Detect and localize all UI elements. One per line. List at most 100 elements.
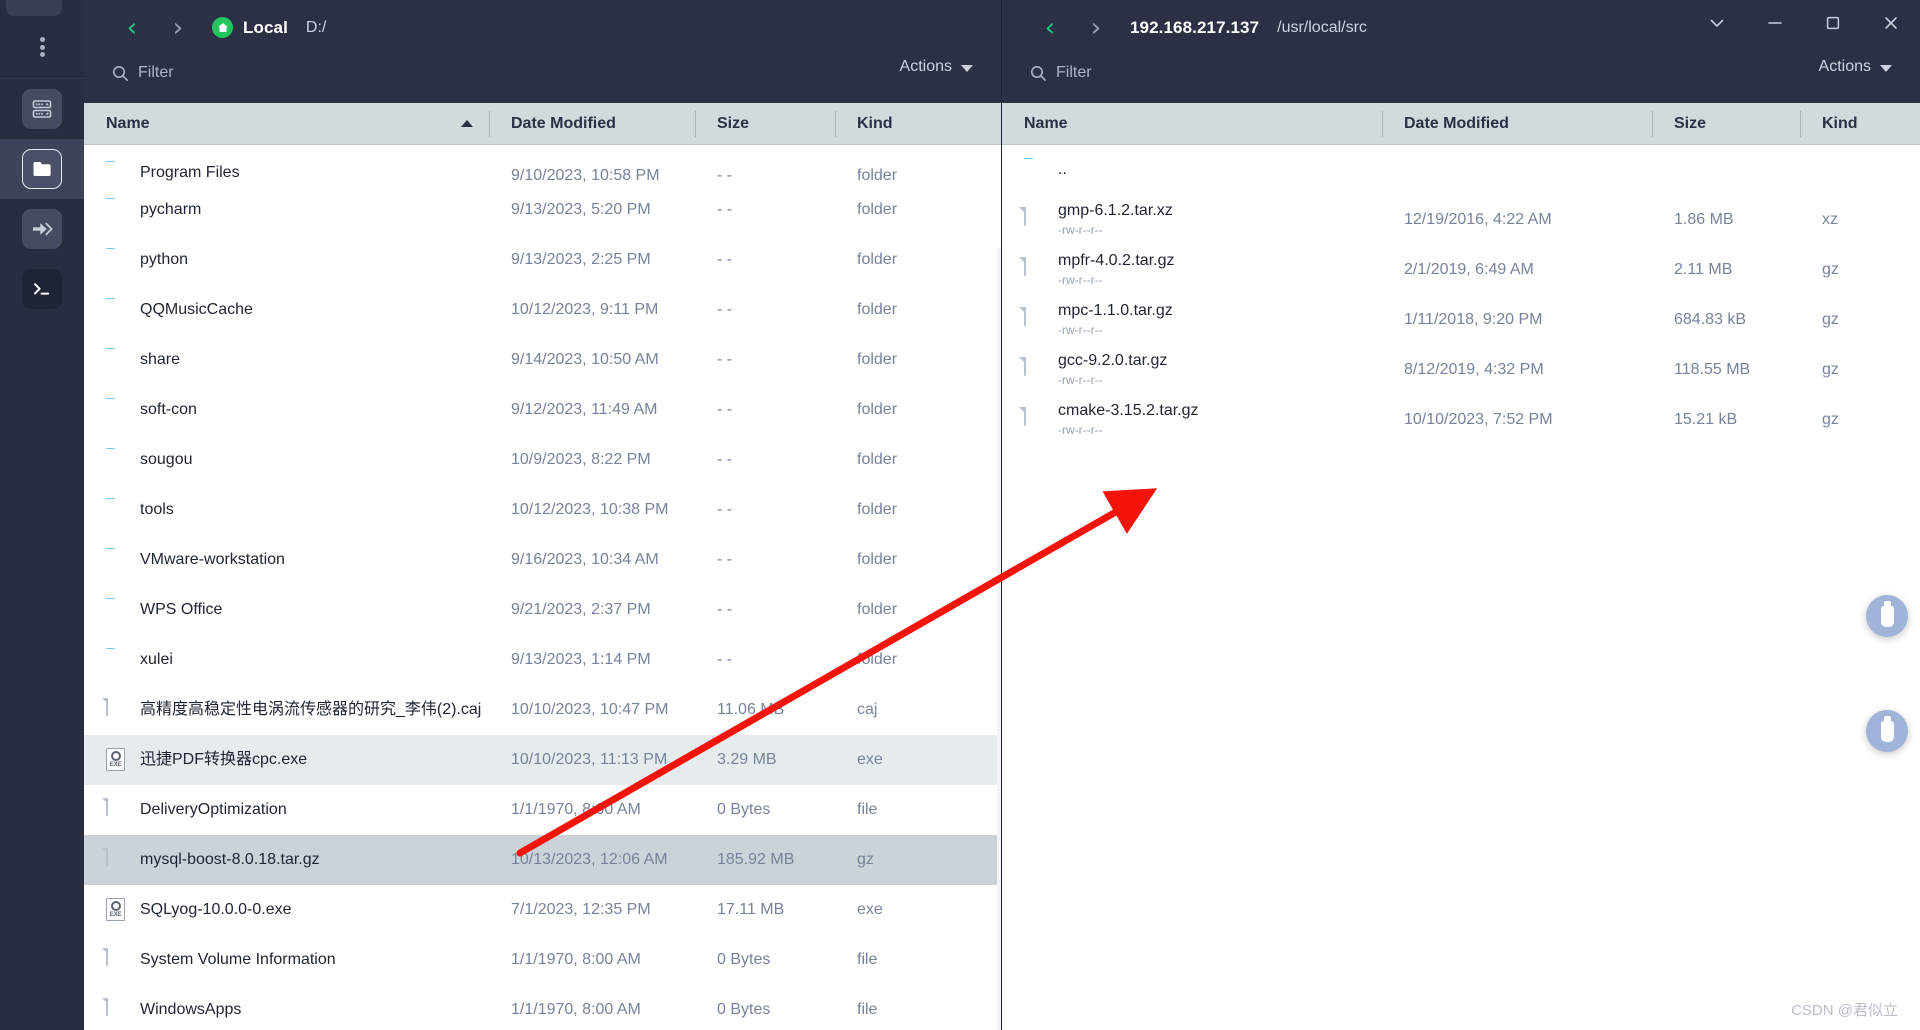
name-wrapper: WindowsApps bbox=[140, 1001, 241, 1019]
name-wrapper: mpfr-4.0.2.tar.gz -rw-r--r-- bbox=[1058, 252, 1175, 287]
forward-button[interactable]: › bbox=[158, 11, 198, 45]
table-row[interactable]: EXE SQLyog-10.0.0-0.exe 7/1/2023, 12:35 PM… bbox=[84, 885, 1001, 935]
name-wrapper: tools bbox=[140, 501, 174, 519]
local-filter-row[interactable]: Filter bbox=[112, 53, 973, 93]
table-row[interactable]: python 9/13/2023, 2:25 PM - - folder bbox=[84, 235, 1001, 285]
table-row[interactable]: sougou 10/9/2023, 8:22 PM - - folder bbox=[84, 435, 1001, 485]
remote-file-list[interactable]: .. gmp-6.1.2.tar.xz -rw-r--r-- 12/19/2016, … bbox=[1002, 145, 1920, 1030]
table-row[interactable]: tools 10/12/2023, 10:38 PM - - folder bbox=[84, 485, 1001, 535]
remote-pane: ‹ › 192.168.217.137 /usr/local/src Filte… bbox=[1002, 0, 1920, 1030]
column-header-date-modified[interactable]: Date Modified bbox=[489, 103, 695, 145]
table-row[interactable]: WindowsApps 1/1/1970, 8:00 AM 0 Bytes file bbox=[84, 985, 1001, 1030]
back-button[interactable]: ‹ bbox=[112, 11, 152, 45]
cell-date-modified: 10/12/2023, 10:38 PM bbox=[511, 501, 669, 518]
table-row[interactable]: cmake-3.15.2.tar.gz -rw-r--r-- 10/10/2023,… bbox=[1002, 395, 1920, 445]
column-header-name[interactable]: Name bbox=[1002, 103, 1382, 145]
file-glyph bbox=[1024, 357, 1026, 376]
local-nav-row: ‹ › Local D:/ bbox=[112, 0, 973, 55]
remote-actions-button[interactable]: Actions bbox=[1819, 58, 1892, 76]
column-header-date-modified[interactable]: Date Modified bbox=[1382, 103, 1652, 145]
file-icon bbox=[1024, 357, 1044, 382]
table-row[interactable]: soft-con 9/12/2023, 11:49 AM - - folder bbox=[84, 385, 1001, 435]
arrow-forward-icon bbox=[22, 209, 62, 249]
file-icon bbox=[106, 798, 126, 822]
local-path-label[interactable]: D:/ bbox=[306, 19, 326, 37]
column-header-size[interactable]: Size bbox=[695, 103, 835, 145]
cell-date-modified: 9/12/2023, 11:49 AM bbox=[511, 401, 658, 418]
table-row[interactable]: .. bbox=[1002, 145, 1920, 195]
name-wrapper: mysql-boost-8.0.18.tar.gz bbox=[140, 851, 320, 869]
file-name: QQMusicCache bbox=[140, 300, 253, 318]
file-name: 迅捷PDF转换器cpc.exe bbox=[140, 750, 308, 768]
forward-button[interactable]: › bbox=[1076, 11, 1116, 45]
cell-date-modified: 2/1/2019, 6:49 AM bbox=[1404, 261, 1534, 278]
table-row[interactable]: mpc-1.1.0.tar.gz -rw-r--r-- 1/11/2018, 9:2… bbox=[1002, 295, 1920, 345]
folder-icon bbox=[1024, 158, 1044, 182]
cell-size: 11.06 MB bbox=[717, 701, 785, 718]
cell-date-modified: 10/9/2023, 8:22 PM bbox=[511, 451, 651, 468]
table-row[interactable]: VMware-workstation 9/16/2023, 10:34 AM - -… bbox=[84, 535, 1001, 585]
local-actions-button[interactable]: Actions bbox=[900, 58, 973, 76]
name-wrapper: xulei bbox=[140, 651, 173, 669]
file-permissions: -rw-r--r-- bbox=[1058, 322, 1103, 337]
column-header-kind[interactable]: Kind bbox=[1800, 103, 1920, 145]
local-pane: ‹ › Local D:/ Filter Actions Name Date M… bbox=[84, 0, 1002, 1030]
column-header-name[interactable]: Name bbox=[84, 103, 489, 145]
usb-device-bubble-1[interactable] bbox=[1866, 595, 1908, 637]
usb-device-bubble-2[interactable] bbox=[1866, 710, 1908, 752]
file-name: gmp-6.1.2.tar.xz bbox=[1058, 202, 1173, 220]
cell-date-modified: 8/12/2019, 4:32 PM bbox=[1404, 361, 1544, 378]
cell-date-modified: 12/19/2016, 4:22 AM bbox=[1404, 211, 1552, 228]
menu-dot bbox=[39, 37, 45, 42]
chevron-down-button[interactable] bbox=[1688, 0, 1746, 46]
remote-filter-row[interactable]: Filter bbox=[1030, 53, 1892, 93]
gear-icon bbox=[110, 751, 121, 761]
file-glyph bbox=[1024, 407, 1026, 426]
file-icon bbox=[106, 848, 126, 872]
cell-name: DeliveryOptimization bbox=[84, 798, 489, 822]
minimize-button[interactable] bbox=[1746, 0, 1804, 46]
table-row[interactable]: EXE 迅捷PDF转换器cpc.exe 10/10/2023, 11:13 PM 3.… bbox=[84, 735, 1001, 785]
sidebar-item-hosts[interactable] bbox=[0, 79, 84, 139]
file-name: gcc-9.2.0.tar.gz bbox=[1058, 352, 1168, 370]
table-row[interactable]: DeliveryOptimization 1/1/1970, 8:00 AM 0 B… bbox=[84, 785, 1001, 835]
back-button[interactable]: ‹ bbox=[1030, 11, 1070, 45]
cell-kind: folder bbox=[857, 167, 898, 184]
sidebar-item-port-forwarding[interactable] bbox=[0, 199, 84, 259]
table-row[interactable]: 高精度高稳定性电涡流传感器的研究_李伟(2).caj 10/10/2023, 10… bbox=[84, 685, 1001, 735]
sidebar-item-terminal[interactable] bbox=[0, 259, 84, 319]
table-row[interactable]: gmp-6.1.2.tar.xz -rw-r--r-- 12/19/2016, 4:… bbox=[1002, 195, 1920, 245]
file-name: cmake-3.15.2.tar.gz bbox=[1058, 402, 1199, 420]
local-filter-input[interactable]: Filter bbox=[138, 64, 174, 82]
table-row[interactable]: xulei 9/13/2023, 1:14 PM - - folder bbox=[84, 635, 1001, 685]
folder-icon bbox=[106, 198, 126, 222]
remote-path-label[interactable]: /usr/local/src bbox=[1277, 19, 1367, 37]
column-header-size[interactable]: Size bbox=[1652, 103, 1800, 145]
maximize-button[interactable] bbox=[1804, 0, 1862, 46]
sidebar-item-sftp[interactable] bbox=[0, 139, 84, 199]
file-permissions: -rw-r--r-- bbox=[1058, 422, 1103, 437]
table-row[interactable]: gcc-9.2.0.tar.gz -rw-r--r-- 8/12/2019, 4:3… bbox=[1002, 345, 1920, 395]
cell-date-modified: 1/1/1970, 8:00 AM bbox=[511, 1001, 641, 1018]
folder-icon bbox=[106, 348, 126, 372]
local-file-list[interactable]: Program Files 9/10/2023, 10:58 PM - - folde… bbox=[84, 145, 1001, 1030]
table-row[interactable]: pycharm 9/13/2023, 5:20 PM - - folder bbox=[84, 185, 1001, 235]
table-row[interactable]: WPS Office 9/21/2023, 2:37 PM - - folder bbox=[84, 585, 1001, 635]
rail-menu-button[interactable] bbox=[0, 16, 84, 78]
local-scrollbar[interactable] bbox=[997, 248, 1001, 1030]
file-name: mysql-boost-8.0.18.tar.gz bbox=[140, 850, 320, 868]
cell-date-modified: 10/10/2023, 11:13 PM bbox=[511, 751, 668, 768]
table-row[interactable]: Program Files 9/10/2023, 10:58 PM - - folde… bbox=[84, 145, 1001, 185]
table-row[interactable]: QQMusicCache 10/12/2023, 9:11 PM - - folder bbox=[84, 285, 1001, 335]
file-icon bbox=[1024, 407, 1044, 432]
table-row[interactable]: mpfr-4.0.2.tar.gz -rw-r--r-- 2/1/2019, 6:4… bbox=[1002, 245, 1920, 295]
table-row[interactable]: share 9/14/2023, 10:50 AM - - folder bbox=[84, 335, 1001, 385]
table-row[interactable]: System Volume Information 1/1/1970, 8:00 … bbox=[84, 935, 1001, 985]
table-row[interactable]: mysql-boost-8.0.18.tar.gz 10/13/2023, 12:… bbox=[84, 835, 1001, 885]
name-wrapper: 迅捷PDF转换器cpc.exe bbox=[140, 751, 307, 769]
cell-name: gcc-9.2.0.tar.gz -rw-r--r-- bbox=[1002, 352, 1382, 387]
column-header-kind[interactable]: Kind bbox=[835, 103, 1001, 145]
file-name: soft-con bbox=[140, 400, 197, 418]
close-button[interactable] bbox=[1862, 0, 1920, 46]
remote-filter-input[interactable]: Filter bbox=[1056, 64, 1092, 82]
